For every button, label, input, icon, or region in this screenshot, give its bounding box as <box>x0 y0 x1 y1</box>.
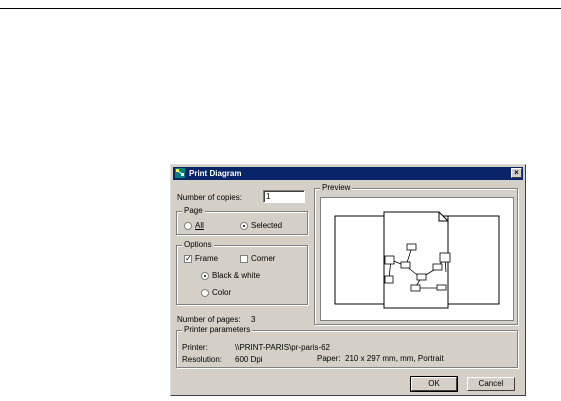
copies-input[interactable]: 1 <box>263 190 305 203</box>
close-button[interactable]: × <box>511 168 522 178</box>
radio-all-label: All <box>195 221 204 230</box>
frame-label: Frame <box>195 254 219 263</box>
resolution-label: Resolution: <box>182 355 223 364</box>
resolution-value: 600 Dpi <box>235 355 263 364</box>
diagram-icon <box>175 168 185 178</box>
top-divider <box>0 8 561 9</box>
frame-checkbox[interactable]: ✓ <box>184 255 192 263</box>
options-legend: Options <box>182 240 214 250</box>
printer-parameters-legend: Printer parameters <box>182 325 253 335</box>
corner-label: Corner <box>251 254 276 263</box>
print-diagram-dialog: Print Diagram × Number of copies: 1 Page… <box>170 164 526 396</box>
corner-checkbox[interactable] <box>240 255 248 263</box>
printer-parameters-group: Printer parameters Printer: \\PRINT-PARI… <box>176 325 518 368</box>
radio-black-white-label: Black & white <box>212 271 261 280</box>
page-legend: Page <box>182 206 205 216</box>
radio-selected[interactable] <box>240 222 248 230</box>
radio-black-white[interactable] <box>201 272 209 280</box>
preview-group: Preview <box>314 183 518 325</box>
dialog-title: Print Diagram <box>189 169 242 178</box>
preview-canvas <box>320 197 514 321</box>
check-mark-icon: ✓ <box>185 254 192 263</box>
ok-button[interactable]: OK <box>410 376 458 392</box>
radio-all[interactable] <box>184 222 192 230</box>
num-pages-value: 3 <box>251 315 256 324</box>
radio-color[interactable] <box>201 289 209 297</box>
printer-label: Printer: <box>182 343 208 352</box>
paper-value: 210 x 297 mm, mm, Portrait <box>345 354 444 363</box>
radio-selected-label: Selected <box>251 221 283 230</box>
close-icon: × <box>514 168 519 177</box>
paper-label: Paper: <box>317 354 341 363</box>
radio-color-label: Color <box>212 288 232 297</box>
num-pages-label: Number of pages: <box>177 315 241 324</box>
cancel-button[interactable]: Cancel <box>467 377 515 391</box>
options-group: Options ✓ Frame Corner Black & white Col… <box>176 240 308 305</box>
copies-label: Number of copies: <box>177 193 242 202</box>
preview-legend: Preview <box>320 183 353 193</box>
ok-button-label: OK <box>428 379 440 388</box>
page-group: Page All Selected <box>176 206 308 235</box>
printer-value: \\PRINT-PARIS\pr-paris-62 <box>235 343 330 352</box>
title-bar: Print Diagram × <box>173 167 523 180</box>
preview-diagram <box>334 211 500 309</box>
cancel-button-label: Cancel <box>478 379 504 388</box>
copies-value: 1 <box>266 192 271 201</box>
